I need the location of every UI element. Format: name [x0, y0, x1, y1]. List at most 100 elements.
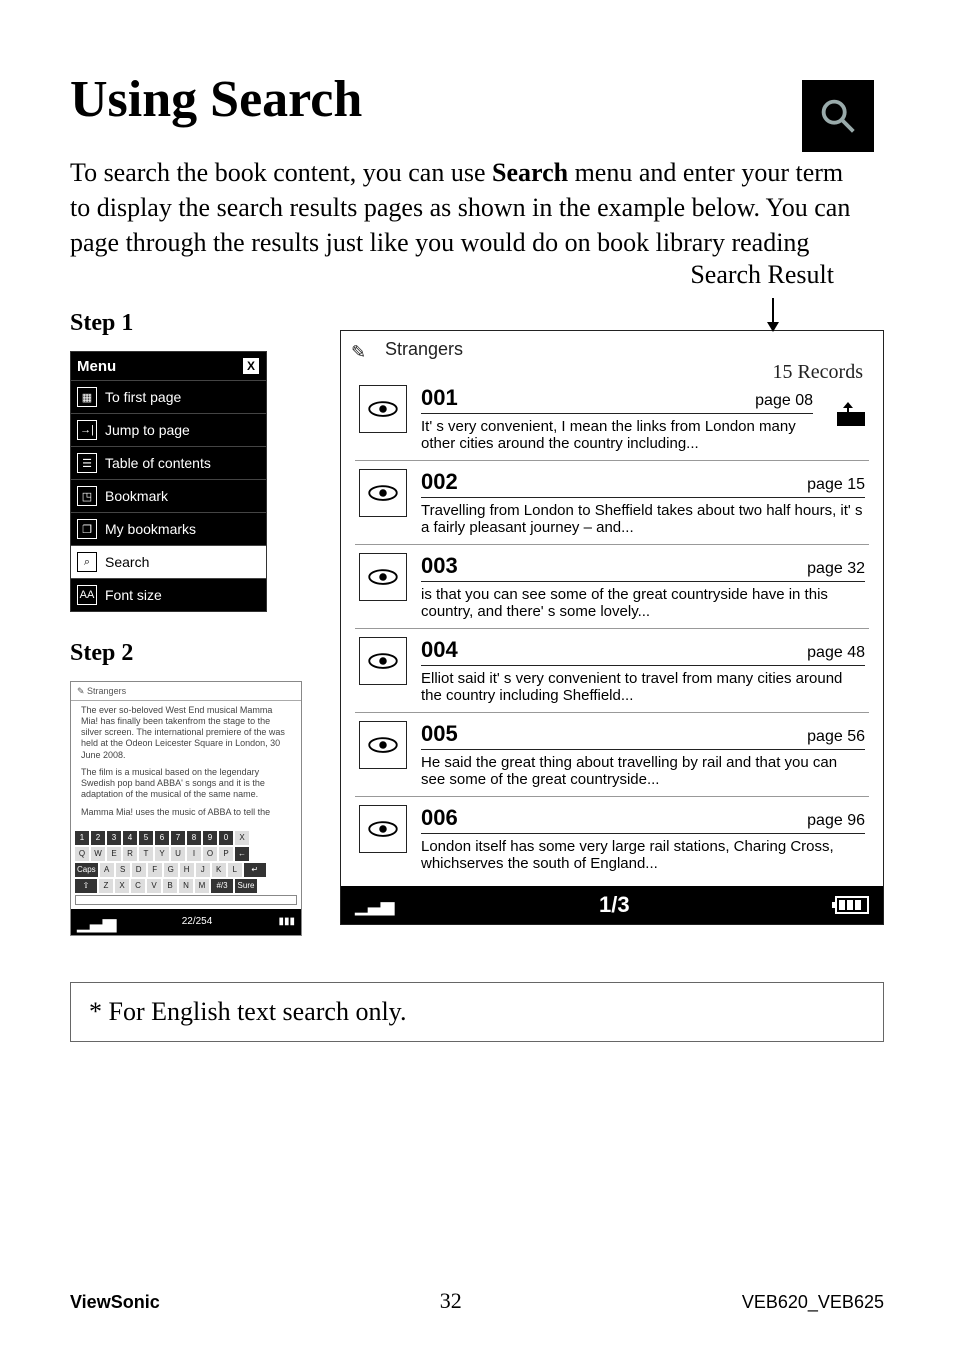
key-d[interactable]: D — [132, 863, 146, 877]
step2-screenshot: ✎ Strangers The ever so-beloved West End… — [70, 681, 302, 936]
grid-icon: ▦ — [77, 387, 97, 407]
footer-model: VEB620_VEB625 — [742, 1292, 884, 1313]
key-x[interactable]: X — [115, 879, 129, 893]
key-m[interactable]: M — [195, 879, 209, 893]
menu-item-bookmark[interactable]: ◳ Bookmark — [71, 479, 266, 512]
key-i[interactable]: I — [187, 847, 201, 861]
key-3[interactable]: 3 — [107, 831, 121, 845]
key-v[interactable]: V — [147, 879, 161, 893]
result-snippet: Travelling from London to Sheffield take… — [421, 497, 865, 536]
menu-item-search[interactable]: ⌕ Search — [71, 545, 266, 578]
result-snippet: He said the great thing about travelling… — [421, 749, 865, 788]
key-4[interactable]: 4 — [123, 831, 137, 845]
key-caps[interactable]: Caps — [75, 863, 98, 877]
result-number: 002 — [421, 469, 458, 495]
menu-titlebar: Menu X — [71, 352, 266, 380]
key-r[interactable]: R — [123, 847, 137, 861]
result-item[interactable]: 005 page 56 He said the great thing abou… — [355, 713, 869, 797]
result-item[interactable]: 001 page 08 It' s very convenient, I mea… — [355, 377, 869, 461]
key-backspace[interactable]: ← — [235, 847, 249, 861]
key-g[interactable]: G — [164, 863, 178, 877]
pointer-icon: ✎ — [351, 337, 375, 361]
key-shift[interactable]: ⇧ — [75, 879, 97, 893]
menu-item-label: Jump to page — [105, 422, 190, 438]
result-item[interactable]: 003 page 32 is that you can see some of … — [355, 545, 869, 629]
eye-icon — [359, 469, 407, 517]
key-1[interactable]: 1 — [75, 831, 89, 845]
key-z[interactable]: Z — [99, 879, 113, 893]
mini-page-indicator: 22/254 — [182, 916, 213, 929]
menu-item-toc[interactable]: ☰ Table of contents — [71, 446, 266, 479]
footer-page-number: 32 — [440, 1288, 462, 1314]
key-u[interactable]: U — [171, 847, 185, 861]
key-7[interactable]: 7 — [171, 831, 185, 845]
results-statusbar: ▁▃▅ 1/3 — [341, 886, 883, 924]
key-f[interactable]: F — [148, 863, 162, 877]
key-8[interactable]: 8 — [187, 831, 201, 845]
key-9[interactable]: 9 — [203, 831, 217, 845]
result-page: page 32 — [807, 560, 865, 578]
page-footer: ViewSonic 32 VEB620_VEB625 — [70, 1288, 884, 1314]
result-item[interactable]: 006 page 96 London itself has some very … — [355, 797, 869, 880]
menu-item-label: To first page — [105, 389, 181, 405]
onscreen-keyboard[interactable]: 1 2 3 4 5 6 7 8 9 0 X Q W — [71, 828, 301, 909]
result-item[interactable]: 004 page 48 Elliot said it' s very conve… — [355, 629, 869, 713]
key-b[interactable]: B — [163, 879, 177, 893]
key-6[interactable]: 6 — [155, 831, 169, 845]
arrow-down-icon — [772, 298, 774, 330]
key-s[interactable]: S — [116, 863, 130, 877]
page-title: Using Search — [70, 70, 884, 129]
menu-item-jump[interactable]: →| Jump to page — [71, 413, 266, 446]
eye-icon — [359, 637, 407, 685]
mini-breadcrumb-text: Strangers — [87, 686, 126, 696]
key-5[interactable]: 5 — [139, 831, 153, 845]
footnote: * For English text search only. — [70, 982, 884, 1042]
bookmarks-list-icon: ❐ — [77, 519, 97, 539]
key-e[interactable]: E — [107, 847, 121, 861]
battery-icon — [835, 896, 869, 914]
result-snippet: Elliot said it' s very convenient to tra… — [421, 665, 865, 704]
key-o[interactable]: O — [203, 847, 217, 861]
result-page: page 08 — [755, 392, 813, 410]
key-a[interactable]: A — [100, 863, 114, 877]
records-count: 15 Records — [772, 361, 863, 384]
key-w[interactable]: W — [91, 847, 105, 861]
key-p[interactable]: P — [219, 847, 233, 861]
result-number: 003 — [421, 553, 458, 579]
key-enter[interactable]: ↵ — [244, 863, 266, 877]
search-result-label: Search Result — [690, 260, 834, 290]
key-q[interactable]: Q — [75, 847, 89, 861]
key-close[interactable]: X — [235, 831, 249, 845]
close-icon[interactable]: X — [242, 357, 260, 375]
search-icon: ⌕ — [77, 552, 97, 572]
key-t[interactable]: T — [139, 847, 153, 861]
key-h[interactable]: H — [180, 863, 194, 877]
eye-icon — [359, 553, 407, 601]
key-c[interactable]: C — [131, 879, 145, 893]
menu-item-label: Search — [105, 554, 149, 570]
result-number: 006 — [421, 805, 458, 831]
key-n[interactable]: N — [179, 879, 193, 893]
key-sure[interactable]: Sure — [235, 879, 257, 893]
fontsize-icon: AA — [77, 585, 97, 605]
menu-item-first-page[interactable]: ▦ To first page — [71, 380, 266, 413]
key-2[interactable]: 2 — [91, 831, 105, 845]
mini-statusbar: ▁▃▅ 22/254 ▮▮▮ — [71, 909, 301, 936]
mini-para2: The film is a musical based on the legen… — [81, 767, 291, 801]
footer-brand: ViewSonic — [70, 1292, 160, 1313]
key-j[interactable]: J — [196, 863, 210, 877]
key-0[interactable]: 0 — [219, 831, 233, 845]
key-y[interactable]: Y — [155, 847, 169, 861]
intro-paragraph: To search the book content, you can use … — [70, 155, 860, 260]
eye-icon — [359, 385, 407, 433]
key-k[interactable]: K — [212, 863, 226, 877]
search-feature-icon — [802, 80, 874, 152]
key-sym[interactable]: #/3 — [211, 879, 233, 893]
result-item[interactable]: 002 page 15 Travelling from London to Sh… — [355, 461, 869, 545]
menu-item-font-size[interactable]: AA Font size — [71, 578, 266, 611]
search-input[interactable] — [75, 895, 297, 905]
result-number: 001 — [421, 385, 458, 411]
mini-para3: Mamma Mia! uses the music of ABBA to tel… — [81, 807, 291, 818]
menu-item-my-bookmarks[interactable]: ❐ My bookmarks — [71, 512, 266, 545]
key-l[interactable]: L — [228, 863, 242, 877]
